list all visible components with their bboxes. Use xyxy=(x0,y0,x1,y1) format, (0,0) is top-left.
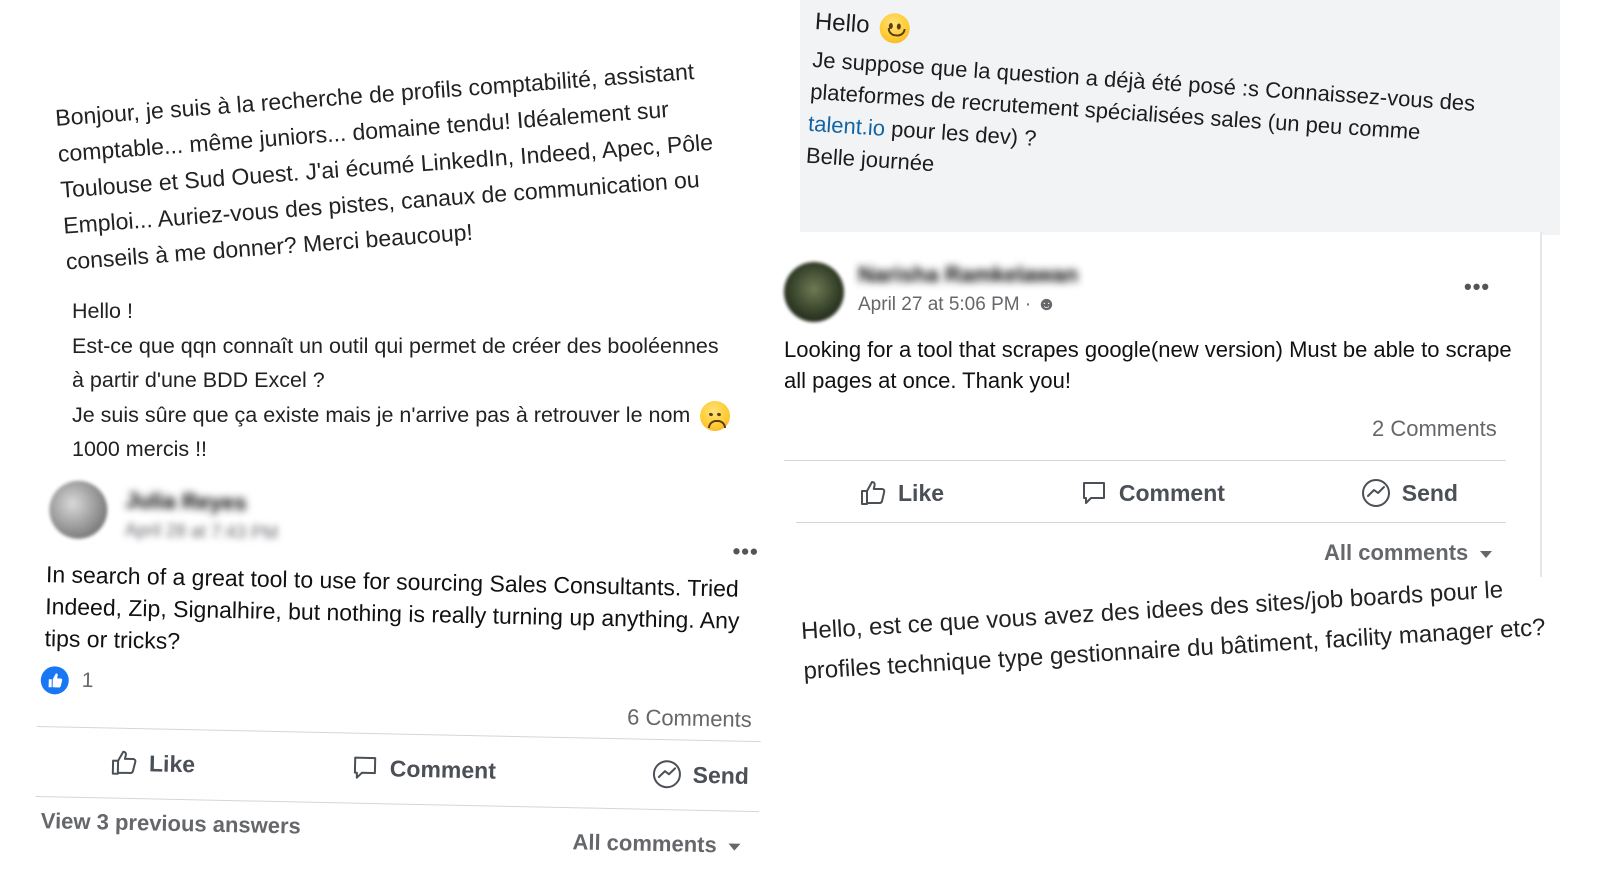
more-options-button[interactable]: ••• xyxy=(732,539,759,566)
send-button[interactable]: Send xyxy=(1360,477,1458,509)
question-snippet-boolean-tool: Hello ! Est-ce que qqn connaît un outil … xyxy=(72,294,772,467)
post-text: Looking for a tool that scrapes google(n… xyxy=(784,337,1512,393)
action-bar: Like Comment Send xyxy=(858,468,1458,518)
post-card-sales-sourcing: Julia Reyes April 28 at 7:43 PM ••• In s… xyxy=(32,478,770,883)
action-bar: Like Comment Send xyxy=(109,738,750,801)
send-label: Send xyxy=(1401,479,1458,506)
question-text: Hello, est ce que vous avez des idees de… xyxy=(800,576,1547,685)
like-button[interactable]: Like xyxy=(858,478,944,508)
comment-label: Comment xyxy=(389,754,497,784)
talent-io-link[interactable]: talent.io xyxy=(807,111,886,141)
comment-button[interactable]: Comment xyxy=(350,753,497,786)
post-timestamp[interactable]: April 27 at 5:06 PM · ☻ xyxy=(858,294,1056,316)
chevron-down-icon xyxy=(1480,550,1493,558)
all-comments-label: All comments xyxy=(572,829,717,858)
divider xyxy=(796,522,1506,523)
post-card-google-scraper: Narisha Ramkelawan April 27 at 5:06 PM ·… xyxy=(768,232,1542,577)
like-label: Like xyxy=(898,479,945,506)
view-previous-answers-link[interactable]: View 3 previous answers xyxy=(41,808,302,839)
send-button[interactable]: Send xyxy=(650,758,749,792)
messenger-icon xyxy=(652,760,681,789)
like-label: Like xyxy=(148,749,196,777)
greeting-line: Hello xyxy=(814,7,871,39)
comment-label: Comment xyxy=(1118,479,1225,506)
thanks-line: 1000 mercis !! xyxy=(72,437,208,461)
thumbs-up-icon xyxy=(861,481,886,505)
messenger-icon xyxy=(1361,479,1390,507)
question-snippet-accounting: Bonjour, je suis à la recherche de profi… xyxy=(54,50,745,279)
comments-count[interactable]: 2 Comments xyxy=(1372,416,1497,442)
question-snippet-facility-manager: Hello, est ce que vous avez des idees de… xyxy=(800,566,1583,692)
avatar[interactable] xyxy=(48,480,108,540)
group-icon: ☻ xyxy=(1036,294,1057,315)
like-button[interactable]: Like xyxy=(109,748,196,780)
slightly-smiling-face-icon xyxy=(879,11,912,44)
all-comments-dropdown[interactable]: All comments xyxy=(572,829,741,859)
timestamp-label: April 27 at 5:06 PM · xyxy=(858,294,1037,315)
author-name[interactable]: Narisha Ramkelawan xyxy=(858,262,1078,288)
all-comments-dropdown[interactable]: All comments xyxy=(1324,540,1493,566)
comments-count[interactable]: 6 Comments xyxy=(627,704,752,733)
comment-button[interactable]: Comment xyxy=(1079,478,1225,508)
question-snippet-recruiting-platforms: Hello Je suppose que la question a déjà … xyxy=(800,0,1560,235)
divider xyxy=(784,460,1506,461)
reaction-count[interactable]: 1 xyxy=(82,669,94,693)
more-options-button[interactable]: ••• xyxy=(1464,274,1490,300)
comment-bubble-icon xyxy=(353,756,377,779)
question-line: à partir d'une BDD Excel ? xyxy=(72,368,325,392)
question-text: Bonjour, je suis à la recherche de profi… xyxy=(54,58,714,275)
comment-bubble-icon xyxy=(1082,482,1105,504)
post-text: In search of a great tool to use for sou… xyxy=(44,561,740,654)
thumbs-up-icon xyxy=(111,750,137,775)
question-line: Je suis sûre que ça existe mais je n'arr… xyxy=(72,402,691,427)
greeting-line: Hello ! xyxy=(72,299,133,323)
question-line: Est-ce que qqn connaît un outil qui perm… xyxy=(72,333,719,358)
chevron-down-icon xyxy=(728,843,741,851)
avatar[interactable] xyxy=(784,262,844,322)
send-label: Send xyxy=(692,761,750,789)
disappointed-face-icon xyxy=(700,400,731,431)
all-comments-label: All comments xyxy=(1324,540,1469,565)
post-timestamp[interactable]: April 28 at 7:43 PM xyxy=(125,520,278,544)
like-reaction-icon[interactable] xyxy=(40,666,70,695)
author-name[interactable]: Julia Reyes xyxy=(125,488,247,517)
